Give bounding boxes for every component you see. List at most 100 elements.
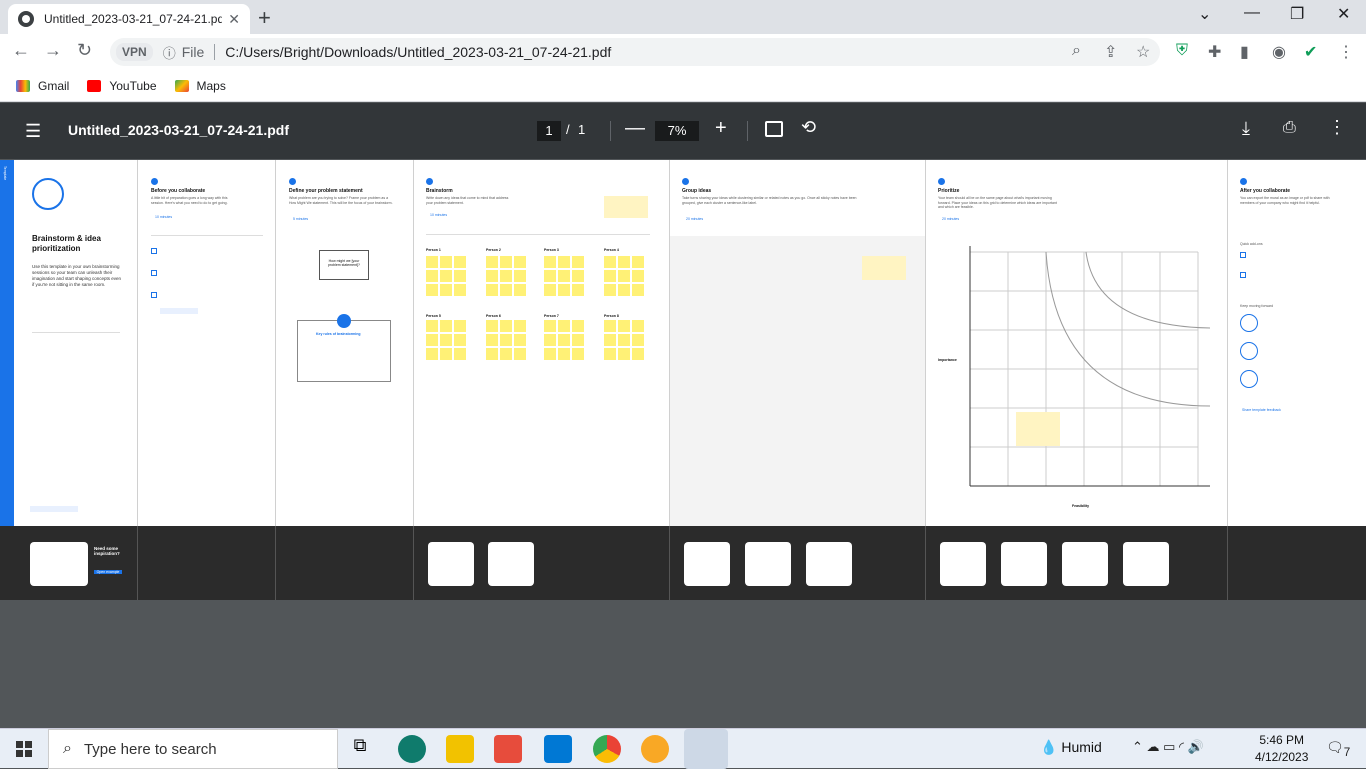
tip-note: [604, 196, 648, 218]
sticky-note: [558, 348, 570, 360]
gmail-icon: [16, 79, 30, 92]
zoom-icon[interactable]: ⌕: [1072, 42, 1081, 60]
clock[interactable]: 5:46 PM 4/12/2023: [1255, 732, 1308, 766]
example-thumbnail[interactable]: [745, 542, 791, 586]
example-thumbnail[interactable]: [1062, 542, 1108, 586]
sticky-note: [618, 334, 630, 346]
tab-search-icon[interactable]: ⌄: [1198, 4, 1211, 24]
chrome-icon[interactable]: [593, 735, 621, 763]
open-article-button[interactable]: [160, 308, 198, 314]
profile-icon[interactable]: ◉: [1272, 42, 1286, 62]
active-app-icon[interactable]: [684, 729, 728, 769]
sticky-note: [632, 284, 644, 296]
search-placeholder: Type here to search: [83, 740, 217, 758]
rotate-icon[interactable]: ⟲: [801, 117, 816, 138]
group-panel: Group ideas Take turns sharing your idea…: [670, 160, 926, 526]
example-thumbnail[interactable]: [806, 542, 852, 586]
new-tab-button[interactable]: +: [258, 5, 271, 31]
share-icon[interactable]: ⇪: [1104, 42, 1117, 62]
sticky-note: [604, 270, 616, 282]
example-thumbnail[interactable]: [30, 542, 88, 586]
example-thumbnail[interactable]: [940, 542, 986, 586]
side-panel-icon[interactable]: ▮: [1240, 42, 1249, 62]
sticky-note: [426, 320, 438, 332]
example-thumbnail[interactable]: [488, 542, 534, 586]
zoom-in-button[interactable]: +: [715, 117, 727, 140]
open-example-button[interactable]: Open example: [94, 570, 122, 574]
edge-icon[interactable]: [398, 735, 426, 763]
address-url[interactable]: C:/Users/Bright/Downloads/Untitled_2023-…: [225, 44, 611, 60]
store-icon[interactable]: [494, 735, 522, 763]
menu-icon[interactable]: ☰: [25, 121, 41, 142]
quick-addons-label: Quick add-ons: [1240, 242, 1263, 246]
sticky-note: [454, 320, 466, 332]
swot-icon: [1240, 370, 1258, 388]
fit-to-page-icon[interactable]: [765, 121, 783, 137]
browser-menu-icon[interactable]: ⋮: [1338, 42, 1354, 62]
file-explorer-icon[interactable]: [446, 735, 474, 763]
task-view-icon[interactable]: ⧉: [346, 735, 374, 763]
sticky-note: [426, 256, 438, 268]
sticky-note: [440, 256, 452, 268]
vpn-app-icon[interactable]: [641, 735, 669, 763]
before-body: A little bit of preparation goes a long …: [151, 196, 228, 205]
sticky-note: [604, 348, 616, 360]
more-options-icon[interactable]: ⋮: [1328, 117, 1346, 138]
page-separator: /: [566, 122, 570, 137]
weather-widget[interactable]: 💧 Humid: [1040, 739, 1102, 756]
extension-shield-icon[interactable]: ⛨: [1176, 42, 1188, 60]
download-icon[interactable]: ⤓: [1242, 118, 1250, 139]
define-time: 5 minutes: [293, 217, 309, 221]
after-body: You can export the mural as an image or …: [1240, 196, 1330, 205]
cover-body: Use this template in your own brainstorm…: [32, 264, 122, 287]
taskbar-search[interactable]: ⌕ Type here to search: [48, 729, 338, 769]
mail-icon[interactable]: [544, 735, 572, 763]
checkbox-icon: [151, 248, 157, 254]
forward-icon[interactable]: →: [44, 40, 62, 61]
share-feedback-link[interactable]: [30, 506, 78, 512]
person-label: Person 6: [486, 314, 501, 318]
vpn-badge[interactable]: VPN: [116, 43, 153, 61]
site-info-icon[interactable]: ⓘ: [163, 43, 176, 62]
sticky-note: [500, 348, 512, 360]
pdf-page: Template Brainstorm & idea prioritizatio…: [0, 160, 1366, 600]
bookmark-gmail[interactable]: Gmail: [16, 79, 69, 93]
address-bar[interactable]: VPN ⓘ File C:/Users/Bright/Downloads/Unt…: [110, 38, 1160, 66]
browser-tab[interactable]: Untitled_2023-03-21_07-24-21.pdf ✕: [8, 4, 250, 34]
reload-icon[interactable]: ↻: [77, 40, 92, 61]
bookmark-youtube[interactable]: YouTube: [87, 79, 157, 93]
share-feedback-link[interactable]: Share template feedback: [1242, 408, 1281, 413]
restore-button[interactable]: ❐: [1290, 4, 1304, 24]
tab-strip: Untitled_2023-03-21_07-24-21.pdf ✕ + ⌄ —…: [0, 0, 1366, 34]
sticky-note: [486, 320, 498, 332]
print-icon[interactable]: ⎙: [1283, 119, 1296, 137]
sticky-note: [500, 334, 512, 346]
zoom-input[interactable]: 7%: [655, 121, 699, 141]
back-icon[interactable]: ←: [12, 40, 30, 61]
close-tab-icon[interactable]: ✕: [228, 11, 240, 28]
extensions-puzzle-icon[interactable]: ✚: [1208, 42, 1221, 62]
sticky-note: [544, 334, 556, 346]
bookmark-star-icon[interactable]: ☆: [1136, 42, 1150, 62]
sticky-note: [544, 256, 556, 268]
sticky-note: [632, 334, 644, 346]
security-extension-icon[interactable]: ✔: [1304, 42, 1317, 62]
zoom-out-button[interactable]: —: [625, 117, 645, 140]
sticky-note: [632, 270, 644, 282]
viewer-background: [0, 600, 1366, 728]
page-number-input[interactable]: 1: [537, 121, 561, 141]
system-tray[interactable]: ⌃ ☁ ▭ ◜ 🔊: [1132, 739, 1204, 755]
sticky-note: [618, 320, 630, 332]
example-thumbnail[interactable]: [684, 542, 730, 586]
example-thumbnail[interactable]: [1001, 542, 1047, 586]
bookmark-maps[interactable]: Maps: [174, 79, 226, 93]
close-window-button[interactable]: ✕: [1337, 4, 1350, 24]
group-time: 20 minutes: [686, 217, 704, 221]
notification-icon[interactable]: 🗨7: [1326, 739, 1350, 759]
example-thumbnail[interactable]: [428, 542, 474, 586]
example-thumbnail[interactable]: [1123, 542, 1169, 586]
windows-start-icon[interactable]: [16, 741, 32, 757]
toolbar-divider: [610, 121, 611, 141]
sticky-note: [440, 334, 452, 346]
minimize-button[interactable]: —: [1244, 4, 1260, 22]
